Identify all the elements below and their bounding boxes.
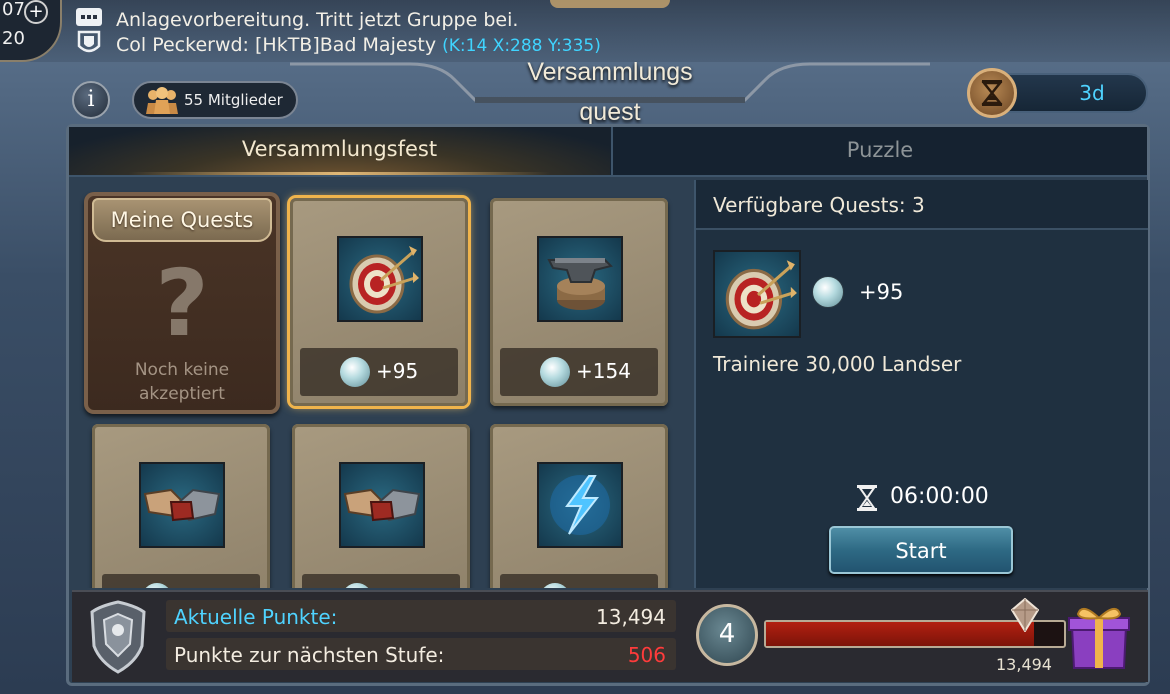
quest-card-anvil[interactable]: +154 xyxy=(490,198,668,406)
current-points-label: Aktuelle Punkte: xyxy=(174,605,338,629)
current-points-value: 13,494 xyxy=(596,605,666,629)
quest-detail-panel: Verfügbare Quests: 3 +95 Trainiere 30,00… xyxy=(694,180,1148,588)
my-quests-header: Meine Quests xyxy=(92,198,272,242)
quest-card-gauntlet[interactable] xyxy=(292,424,470,588)
tab-puzzle[interactable]: Puzzle xyxy=(611,127,1147,175)
shield-icon xyxy=(90,600,146,674)
gauntlet-handshake-icon xyxy=(339,462,425,548)
page-title-line1: Versammlungs xyxy=(527,58,693,86)
quest-grid[interactable]: Meine Quests ? Noch keine akzeptiert +95 xyxy=(72,180,688,588)
chat-bubble-icon xyxy=(76,8,102,53)
quest-detail-reward: +95 xyxy=(859,280,904,304)
question-mark-icon: ? xyxy=(155,250,209,357)
quest-card-gauntlet[interactable] xyxy=(92,424,270,588)
anvil-icon xyxy=(537,236,623,322)
info-button[interactable]: i xyxy=(72,81,110,119)
chat-message-line1: Anlagevorbereitung. Tritt jetzt Gruppe b… xyxy=(116,9,519,31)
gift-box-icon[interactable] xyxy=(1066,600,1132,670)
add-resource-button[interactable]: + xyxy=(24,0,48,24)
diamond-marker-icon xyxy=(1011,598,1039,632)
start-button-label: Start xyxy=(895,539,947,563)
resource-top-value: 07 xyxy=(2,0,25,20)
start-button[interactable]: Start xyxy=(829,526,1013,574)
points-bar: Aktuelle Punkte: 13,494 Punkte zur nächs… xyxy=(72,590,1148,682)
available-quests-count: Verfügbare Quests: 3 xyxy=(713,193,925,217)
my-quests-slot[interactable]: Meine Quests ? Noch keine akzeptiert xyxy=(84,192,280,414)
next-level-points-value: 506 xyxy=(627,643,666,667)
lightning-bolt-icon xyxy=(537,462,623,548)
archery-target-icon xyxy=(337,236,423,322)
hourglass-icon xyxy=(857,485,877,511)
quest-reward xyxy=(302,574,460,588)
gem-icon xyxy=(812,276,844,308)
current-points-row: Aktuelle Punkte: 13,494 xyxy=(166,600,676,632)
gauntlet-handshake-icon xyxy=(139,462,225,548)
quest-duration: 06:00:00 xyxy=(890,484,989,509)
quest-card-lightning[interactable] xyxy=(490,424,668,588)
quest-reward-value: +154 xyxy=(576,359,631,383)
tab-bar: Versammlungsfest Puzzle xyxy=(69,127,1147,177)
quest-reward xyxy=(500,574,658,588)
quest-detail-header: Verfügbare Quests: 3 xyxy=(696,180,1148,230)
gem-icon xyxy=(540,357,570,387)
top-decoration xyxy=(550,0,670,8)
hourglass-icon xyxy=(967,68,1017,118)
my-quests-empty-line1: Noch keine xyxy=(134,360,230,380)
event-timer-value: 3d xyxy=(1079,81,1105,105)
members-count: 55 Mitglieder xyxy=(184,91,283,109)
progress-points-value: 13,494 xyxy=(996,655,1052,674)
chat-sender-text: Col Peckerwd: [HkTB]Bad Majesty xyxy=(116,34,437,56)
next-level-points-row: Punkte zur nächsten Stufe: 506 xyxy=(166,638,676,670)
quest-reward-value: +95 xyxy=(376,359,419,383)
level-progress-fill xyxy=(766,622,1035,646)
level-value: 4 xyxy=(718,619,736,649)
next-level-points-label: Punkte zur nächsten Stufe: xyxy=(174,643,445,667)
members-icon xyxy=(146,87,178,114)
level-badge: 4 xyxy=(696,604,758,666)
my-quests-empty-line2: akzeptiert xyxy=(139,384,225,404)
quest-card-archery[interactable]: +95 xyxy=(290,198,468,406)
my-quests-title: Meine Quests xyxy=(110,208,254,232)
archery-target-icon xyxy=(713,250,801,338)
tab-puzzle-label: Puzzle xyxy=(846,138,914,162)
page-title: Versammlungs quest xyxy=(470,52,750,132)
gem-icon xyxy=(142,583,172,588)
quest-reward xyxy=(102,574,260,588)
gem-icon xyxy=(340,357,370,387)
quest-description: Trainiere 30,000 Landser xyxy=(713,352,962,376)
members-button[interactable]: 55 Mitglieder xyxy=(132,81,298,119)
tab-versammlungsfest-label: Versammlungsfest xyxy=(241,137,438,161)
tab-versammlungsfest[interactable]: Versammlungsfest xyxy=(69,127,610,175)
resource-bottom-value: 20 xyxy=(2,28,25,49)
gem-icon xyxy=(342,583,372,588)
gem-icon xyxy=(540,583,570,588)
quest-reward: +154 xyxy=(500,348,658,396)
quest-reward: +95 xyxy=(300,348,458,396)
